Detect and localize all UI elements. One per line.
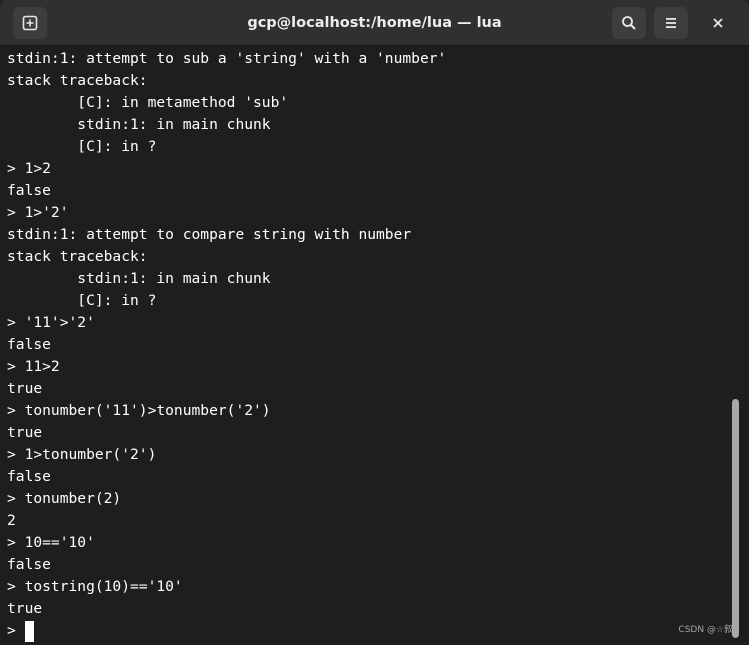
terminal-line: false <box>7 182 51 199</box>
terminal-line: > '11'>'2' <box>7 314 95 331</box>
close-button[interactable] <box>702 7 734 39</box>
search-icon <box>622 16 636 30</box>
terminal-line: > 10=='10' <box>7 534 95 551</box>
terminal-line: false <box>7 336 51 353</box>
terminal-line: > tostring(10)=='10' <box>7 578 183 595</box>
watermark: CSDN @☆叙 <box>678 625 733 635</box>
terminal-window: gcp@localhost:/home/lua — lua stdin:1: a… <box>0 0 749 645</box>
terminal-line: > 1>tonumber('2') <box>7 446 157 463</box>
menu-button[interactable] <box>654 7 688 39</box>
terminal-line: stdin:1: in main chunk <box>7 270 271 287</box>
terminal-line: false <box>7 556 51 573</box>
terminal-line: stdin:1: attempt to sub a 'string' with … <box>7 50 447 67</box>
scrollbar-thumb[interactable] <box>732 399 739 638</box>
terminal-line: stdin:1: attempt to compare string with … <box>7 226 412 243</box>
terminal-line: [C]: in ? <box>7 292 157 309</box>
prompt-symbol: > <box>7 622 16 639</box>
new-tab-button[interactable] <box>13 7 47 39</box>
terminal-line: > 1>'2' <box>7 204 69 221</box>
terminal-line: > tonumber(2) <box>7 490 122 507</box>
terminal-line: [C]: in metamethod 'sub' <box>7 94 289 111</box>
terminal-line: 2 <box>7 512 16 529</box>
terminal-line: > 11>2 <box>7 358 60 375</box>
terminal-line: > 1>2 <box>7 160 51 177</box>
terminal-line: [C]: in ? <box>7 138 157 155</box>
search-button[interactable] <box>612 7 646 39</box>
terminal-line: stack traceback: <box>7 248 148 265</box>
terminal-line: true <box>7 424 43 441</box>
terminal-line: stack traceback: <box>7 72 148 89</box>
text-cursor <box>24 620 34 642</box>
hamburger-menu-icon <box>666 18 676 28</box>
new-tab-icon <box>22 15 38 31</box>
terminal-line: true <box>7 380 43 397</box>
title-bar: gcp@localhost:/home/lua — lua <box>0 0 749 46</box>
terminal-line: true <box>7 600 43 617</box>
terminal-line: stdin:1: in main chunk <box>7 116 271 133</box>
active-prompt-line[interactable]: > <box>7 620 728 642</box>
terminal-line: > tonumber('11')>tonumber('2') <box>7 402 271 419</box>
terminal-output[interactable]: stdin:1: attempt to sub a 'string' with … <box>0 48 728 645</box>
close-icon <box>713 18 723 28</box>
terminal-line: false <box>7 468 51 485</box>
